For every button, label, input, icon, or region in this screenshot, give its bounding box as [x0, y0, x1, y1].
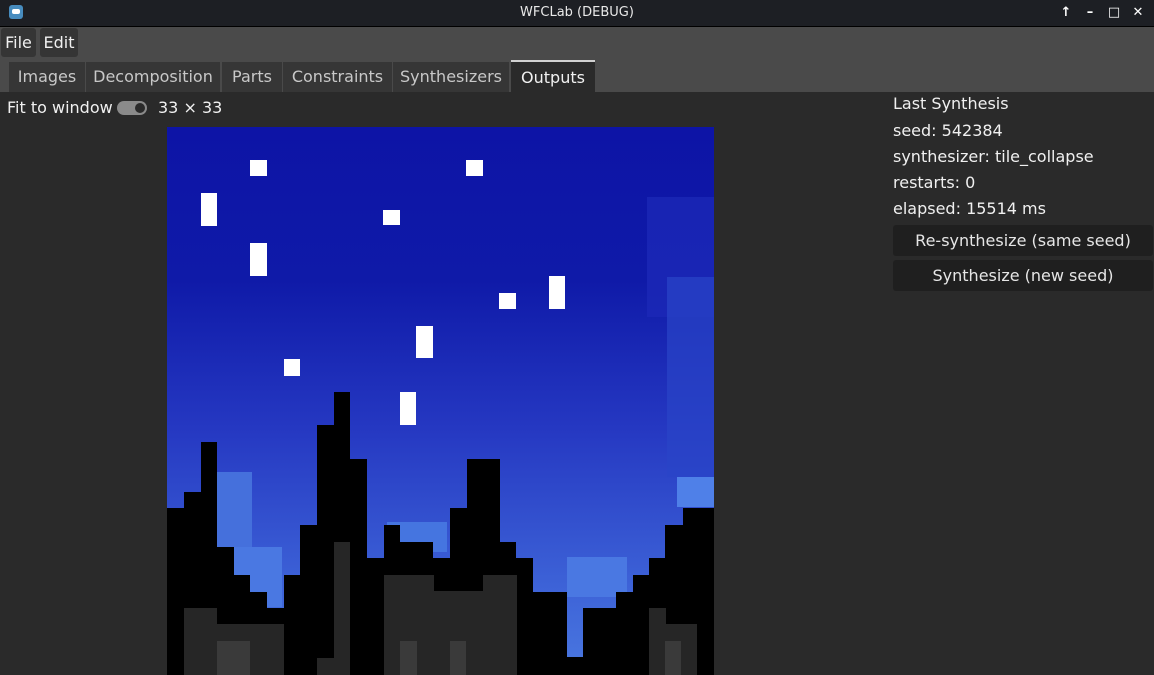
tab-bar: Images Decomposition Parts Constraints S… [0, 58, 1154, 94]
tab-synthesizers[interactable]: Synthesizers [393, 62, 509, 92]
tab-parts[interactable]: Parts [222, 62, 282, 92]
synthesizer-value: synthesizer: tile_collapse [893, 147, 1094, 166]
close-icon[interactable]: ✕ [1129, 4, 1147, 22]
menu-file[interactable]: File [1, 28, 36, 57]
maximize-icon[interactable]: □ [1105, 4, 1123, 22]
menu-bar: File Edit [0, 27, 1154, 58]
tab-images[interactable]: Images [9, 62, 85, 92]
fit-to-window-toggle[interactable] [117, 101, 147, 115]
elapsed-value: elapsed: 15514 ms [893, 199, 1046, 218]
tab-outputs[interactable]: Outputs [511, 60, 595, 94]
seed-value: seed: 542384 [893, 121, 1003, 140]
synthesize-new-seed-button[interactable]: Synthesize (new seed) [893, 260, 1153, 291]
tab-constraints[interactable]: Constraints [283, 62, 392, 92]
panel-heading: Last Synthesis [893, 94, 1009, 113]
restarts-value: restarts: 0 [893, 173, 976, 192]
output-dimensions: 33 × 33 [158, 98, 223, 117]
output-image [167, 127, 714, 675]
menu-edit[interactable]: Edit [40, 28, 78, 57]
resynthesize-same-seed-button[interactable]: Re-synthesize (same seed) [893, 225, 1153, 256]
title-bar: WFCLab (DEBUG) ↑ – □ ✕ [0, 0, 1154, 27]
fit-to-window-label: Fit to window [7, 98, 113, 117]
window-title: WFCLab (DEBUG) [520, 5, 634, 20]
pin-icon[interactable]: ↑ [1057, 4, 1075, 22]
tab-decomposition[interactable]: Decomposition [86, 62, 220, 92]
minimize-icon[interactable]: – [1081, 4, 1099, 22]
